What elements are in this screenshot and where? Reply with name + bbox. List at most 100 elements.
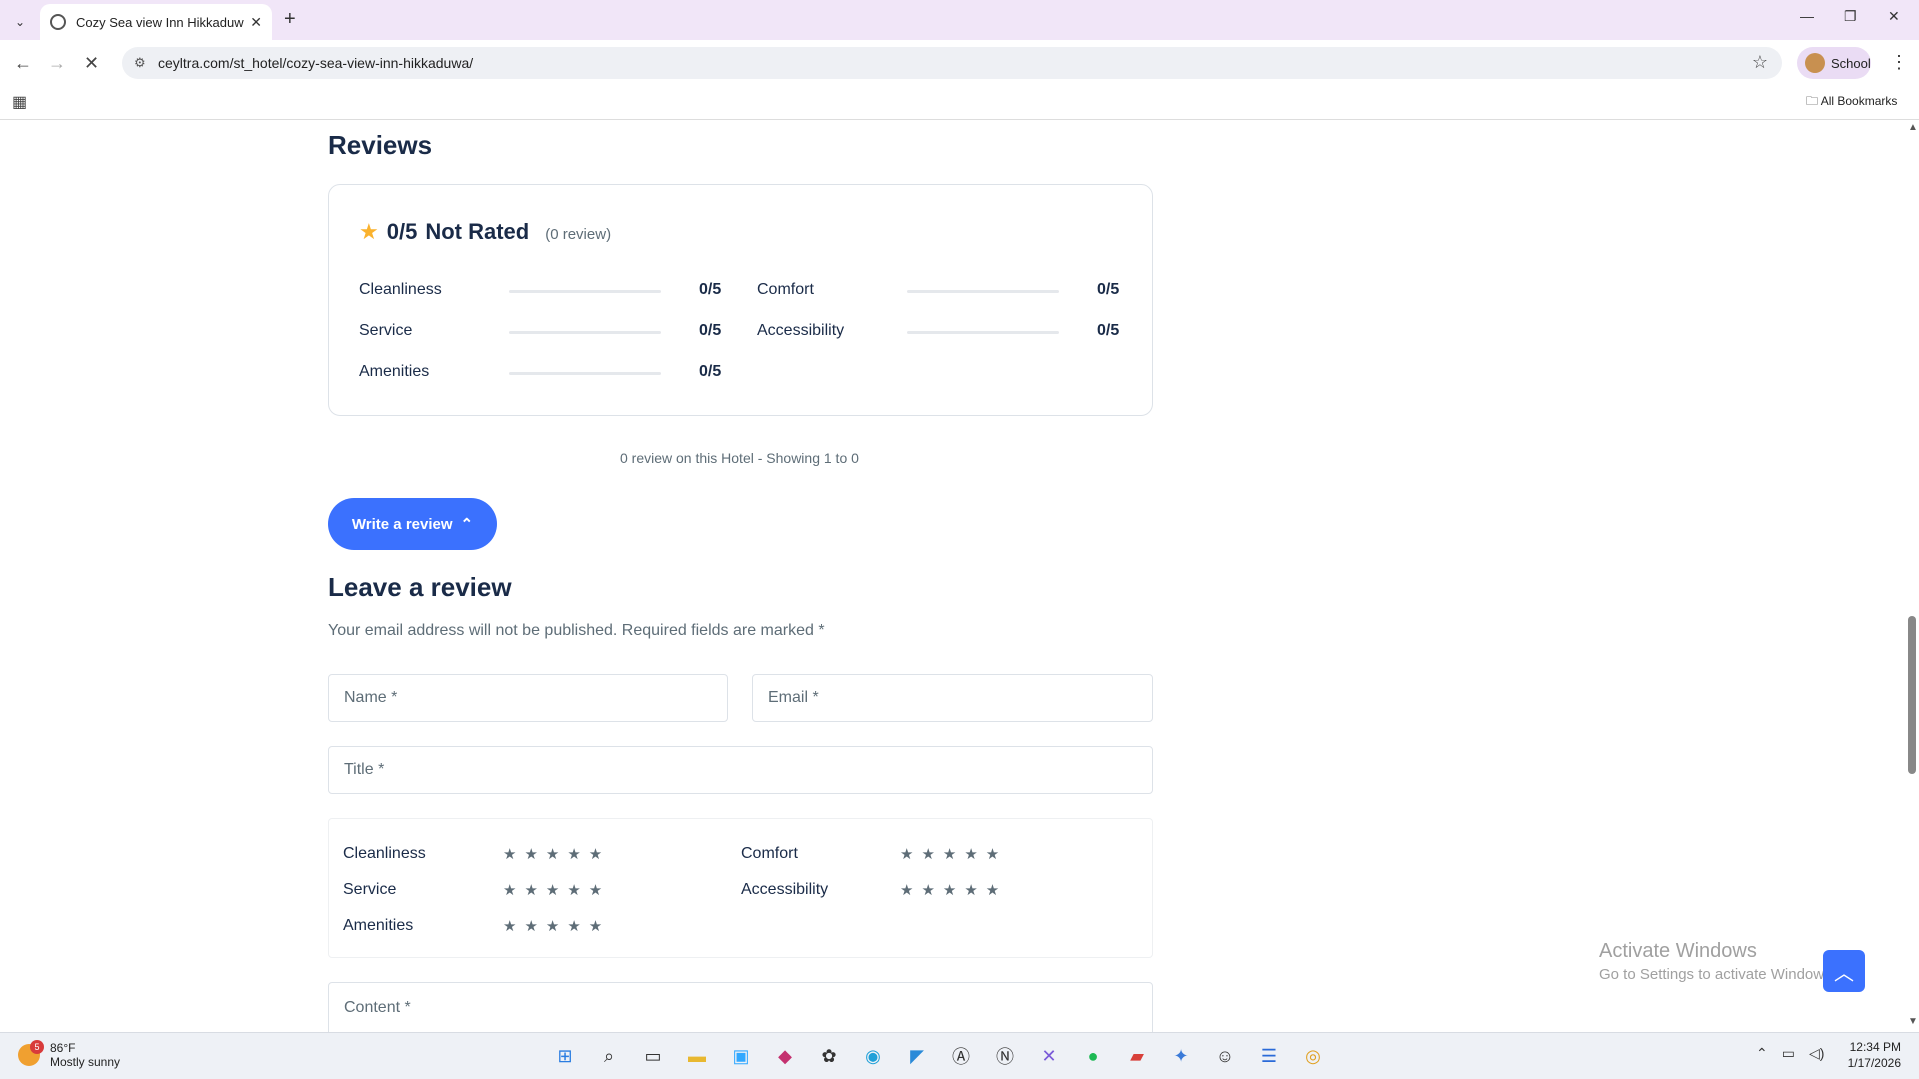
clock[interactable]: 12:34 PM 1/17/2026 <box>1848 1039 1901 1071</box>
edge-icon[interactable]: ◉ <box>858 1041 888 1071</box>
chevron-up-icon: ︿ <box>1834 962 1854 985</box>
leave-review-heading: Leave a review <box>328 572 512 602</box>
rating-stars[interactable]: ★★★★★ <box>900 881 1007 899</box>
tab-active[interactable]: Cozy Sea view Inn Hikkaduwa - ✕ <box>40 4 272 40</box>
form-note: Your email address will not be published… <box>328 622 825 639</box>
star-icon: ★ <box>359 219 379 244</box>
rating-label: Service <box>343 881 397 898</box>
temperature: 86°F <box>50 1041 76 1055</box>
tab-search-icon[interactable]: ⌄ <box>8 10 32 34</box>
rating-header: ★ 0/5 Not Rated (0 review) <box>359 219 611 245</box>
rating-stars[interactable]: ★★★★★ <box>503 917 610 935</box>
criterion-label: Service <box>359 322 413 339</box>
criterion-value: 0/5 <box>1097 322 1120 339</box>
stop-loading-icon[interactable]: ✕ <box>84 53 99 74</box>
criterion-value: 0/5 <box>699 322 722 339</box>
notification-badge: 5 <box>30 1040 44 1054</box>
criterion-bar <box>509 372 661 375</box>
criterion-label: Amenities <box>359 363 430 380</box>
rating-label: Amenities <box>343 917 414 934</box>
app-red-icon[interactable]: ▰ <box>1122 1041 1152 1071</box>
tab-title: Cozy Sea view Inn Hikkaduwa - <box>76 14 245 30</box>
criterion-value: 0/5 <box>1097 281 1120 298</box>
network-icon[interactable]: ▭ <box>1782 1045 1795 1062</box>
rating-stars[interactable]: ★★★★★ <box>900 845 1007 863</box>
criterion-value: 0/5 <box>699 281 722 298</box>
criterion-value: 0/5 <box>699 363 722 380</box>
close-window-icon[interactable]: ✕ <box>1888 8 1900 25</box>
site-info-icon[interactable]: ⚙ <box>134 55 146 71</box>
photoshop-icon[interactable]: ▣ <box>726 1041 756 1071</box>
file-explorer-icon[interactable]: ▬ <box>682 1041 712 1071</box>
chevron-up-icon: ⌃ <box>460 516 474 533</box>
review-count: (0 review) <box>545 226 612 243</box>
forward-icon[interactable]: → <box>48 53 66 74</box>
bookmark-star-icon[interactable]: ☆ <box>1752 52 1768 73</box>
close-tab-icon[interactable]: ✕ <box>250 14 262 31</box>
criterion-bar <box>907 331 1059 334</box>
criterion-bar <box>907 290 1059 293</box>
apps-icon[interactable]: ▦ <box>12 92 27 112</box>
profile-button[interactable]: School <box>1797 47 1871 79</box>
menu-icon[interactable]: ⋮ <box>1890 52 1908 73</box>
chatgpt-icon[interactable]: ✿ <box>814 1041 844 1071</box>
new-tab-icon[interactable]: + <box>284 8 296 31</box>
address-bar[interactable]: ⚙ ceyltra.com/st_hotel/cozy-sea-view-inn… <box>122 47 1782 79</box>
font-app-icon[interactable]: Ⓐ <box>946 1041 976 1071</box>
rating-stars[interactable]: ★★★★★ <box>503 881 610 899</box>
weather-icon: 5 <box>18 1040 44 1066</box>
favicon-icon <box>50 14 66 30</box>
profile-label: School <box>1831 55 1871 71</box>
search-icon[interactable]: ⌕ <box>594 1041 624 1071</box>
task-view-icon[interactable]: ▭ <box>638 1041 668 1071</box>
write-review-label: Write a review <box>351 515 453 533</box>
minimize-icon[interactable]: — <box>1800 8 1814 24</box>
rating-stars[interactable]: ★★★★★ <box>503 845 610 863</box>
criterion-label: Comfort <box>757 281 814 298</box>
chrome-icon[interactable]: ◎ <box>1298 1041 1328 1071</box>
rating-inputs: Cleanliness ★★★★★ Comfort ★★★★★ Service … <box>328 818 1153 958</box>
penguin-icon[interactable]: ☺ <box>1210 1041 1240 1071</box>
all-bookmarks-label: All Bookmarks <box>1820 94 1898 108</box>
volume-icon[interactable]: ◁) <box>1809 1045 1824 1062</box>
scroll-up-icon[interactable]: ▲ <box>1908 122 1918 133</box>
criterion-bar <box>509 331 661 334</box>
rating-status: Not Rated <box>425 219 530 244</box>
notion-icon[interactable]: Ⓝ <box>990 1041 1020 1071</box>
rating-label: Accessibility <box>741 881 829 898</box>
rating-label: Comfort <box>741 845 798 862</box>
start-icon[interactable]: ⊞ <box>550 1041 580 1071</box>
all-bookmarks[interactable]: 🗀 All Bookmarks <box>1806 92 1897 113</box>
date: 1/17/2026 <box>1847 1056 1901 1070</box>
scrollbar-thumb[interactable] <box>1908 616 1916 774</box>
activate-windows-title: Activate Windows <box>1599 940 1757 962</box>
chevron-up-icon[interactable]: ⌃ <box>1756 1045 1768 1062</box>
scroll-down-icon[interactable]: ▼ <box>1908 1016 1918 1027</box>
vscode-icon[interactable]: ◤ <box>902 1041 932 1071</box>
page-content: Reviews ★ 0/5 Not Rated (0 review) Clean… <box>0 120 1905 1032</box>
app-star-icon[interactable]: ✦ <box>1166 1041 1196 1071</box>
write-review-button[interactable]: Write a review ⌃ <box>328 498 497 550</box>
restore-icon[interactable]: ❐ <box>1844 8 1857 25</box>
taskbar-apps: ⊞ ⌕ ▭ ▬ ▣ ◆ ✿ ◉ ◤ Ⓐ Ⓝ ✕ ● ▰ ✦ ☺ ☰ ◎ <box>550 1041 1328 1071</box>
content-textarea[interactable]: Content * <box>328 982 1153 1032</box>
activate-windows-subtitle: Go to Settings to activate Windows. <box>1599 966 1836 983</box>
page-scrollbar[interactable]: ▲ ▼ <box>1905 120 1919 1032</box>
back-to-top-button[interactable]: ︿ <box>1823 950 1865 992</box>
back-icon[interactable]: ← <box>14 53 32 74</box>
system-tray: ⌃ ▭ ◁) <box>1756 1045 1824 1062</box>
windows-taskbar: 5 86°F Mostly sunny ⊞ ⌕ ▭ ▬ ▣ ◆ ✿ ◉ ◤ Ⓐ … <box>0 1032 1919 1079</box>
bookmarks-bar <box>0 86 1919 120</box>
rating-label: Cleanliness <box>343 845 426 862</box>
spotify-icon[interactable]: ● <box>1078 1041 1108 1071</box>
app-icon[interactable]: ◆ <box>770 1041 800 1071</box>
tools-icon[interactable]: ✕ <box>1034 1041 1064 1071</box>
notes-icon[interactable]: ☰ <box>1254 1041 1284 1071</box>
time: 12:34 PM <box>1849 1040 1901 1054</box>
weather-widget[interactable]: 5 86°F Mostly sunny <box>18 1040 120 1069</box>
reviews-summary: ★ 0/5 Not Rated (0 review) Cleanliness 0… <box>328 184 1153 416</box>
name-input[interactable]: Name * <box>328 674 728 722</box>
criterion-label: Cleanliness <box>359 281 442 298</box>
email-input[interactable]: Email * <box>752 674 1153 722</box>
title-input[interactable]: Title * <box>328 746 1153 794</box>
